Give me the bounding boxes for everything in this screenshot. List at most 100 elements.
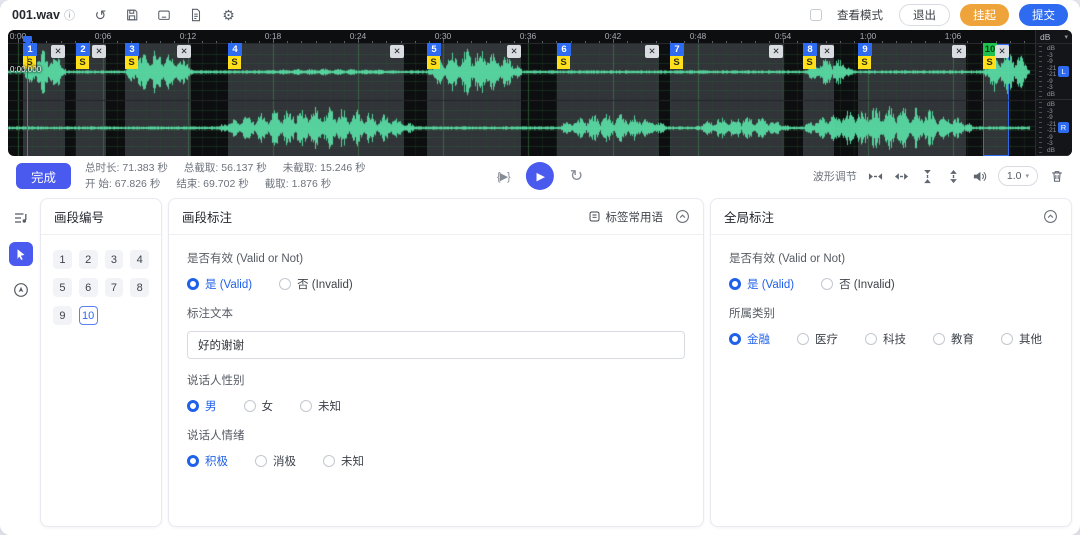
submit-button[interactable]: 提交 [1019, 4, 1068, 26]
segment-number-badge[interactable]: 4 [228, 43, 242, 56]
segment-flag-badge[interactable]: S [858, 56, 871, 69]
trash-icon[interactable] [1049, 169, 1064, 184]
segment-annotation-panel: 画段标注 标签常用语 是否有效 (Valid or Not)是 (Valid)否… [168, 198, 704, 527]
segment-number-button[interactable]: 4 [130, 250, 149, 269]
ruler-tick [840, 41, 841, 43]
waveform-plot[interactable]: 1S✕2S✕3S✕4S✕5S✕6S✕7S✕8S✕9S✕10S✕ 0:00.000 [8, 44, 1035, 156]
segment-number-badge[interactable]: 7 [670, 43, 684, 56]
playhead-handle[interactable] [23, 36, 32, 42]
annotation-text-input[interactable] [187, 331, 685, 359]
vertical-shrink-icon[interactable] [920, 169, 935, 184]
settings-gear-icon[interactable]: ⚙ [221, 8, 236, 23]
segment-number-button[interactable]: 8 [130, 278, 149, 297]
segment-flag-badge[interactable]: S [557, 56, 570, 69]
segment-delete-button[interactable]: ✕ [769, 45, 783, 58]
segment-region[interactable]: 6S ✕ [557, 44, 659, 156]
radio-option[interactable]: 是 (Valid) [187, 276, 252, 292]
segment-number-badge[interactable]: 2 [76, 43, 90, 56]
segment-region[interactable]: 9S ✕ [858, 44, 966, 156]
segment-region[interactable]: 8S ✕ [803, 44, 834, 156]
segment-flag-badge[interactable]: S [125, 56, 138, 69]
horizontal-shrink-icon[interactable] [868, 169, 883, 184]
ruler-tick [1010, 41, 1011, 43]
radio-option[interactable]: 金融 [729, 331, 770, 347]
segment-region[interactable]: 10S✕ [983, 44, 1009, 156]
segment-region[interactable]: 7S ✕ [670, 44, 783, 156]
radio-option[interactable]: 是 (Valid) [729, 276, 794, 292]
radio-option[interactable]: 教育 [933, 331, 974, 347]
play-button[interactable]: ▶ [526, 162, 554, 190]
transport-controls: {▶} ▶ ↻ [497, 156, 583, 196]
radio-option[interactable]: 男 [187, 398, 217, 414]
card-icon[interactable] [157, 8, 172, 23]
radio-option[interactable]: 未知 [323, 453, 364, 469]
segment-delete-button[interactable]: ✕ [51, 45, 65, 58]
segment-region[interactable]: 5S ✕ [427, 44, 521, 156]
collapse-icon[interactable] [1043, 209, 1058, 224]
view-mode-checkbox[interactable] [810, 9, 822, 21]
radio-option[interactable]: 女 [244, 398, 274, 414]
horizontal-expand-icon[interactable] [894, 169, 909, 184]
segment-number-button[interactable]: 3 [105, 250, 124, 269]
segment-region[interactable]: 1S✕ [23, 44, 65, 156]
segment-region[interactable]: 4S ✕ [228, 44, 404, 156]
segment-flag-badge[interactable]: S [76, 56, 89, 69]
radio-option[interactable]: 医疗 [797, 331, 838, 347]
segment-number-badge[interactable]: 6 [557, 43, 571, 56]
segment-flag-badge[interactable]: S [228, 56, 241, 69]
segment-number-badge[interactable]: 5 [427, 43, 441, 56]
radio-option[interactable]: 积极 [187, 453, 228, 469]
segment-flag-badge[interactable]: S [670, 56, 683, 69]
segment-region[interactable]: 2S✕ [76, 44, 106, 156]
segment-number-button[interactable]: 9 [53, 306, 72, 325]
segment-delete-button[interactable]: ✕ [995, 45, 1009, 58]
radio-option[interactable]: 未知 [300, 398, 341, 414]
segments-list-icon[interactable] [9, 206, 33, 230]
segment-number-button[interactable]: 7 [105, 278, 124, 297]
done-button[interactable]: 完成 [16, 163, 71, 189]
ruler-tick [528, 39, 529, 43]
segment-delete-button[interactable]: ✕ [177, 45, 191, 58]
document-icon[interactable] [189, 8, 204, 23]
annotate-tool-icon[interactable] [9, 242, 33, 266]
segment-number-button[interactable]: 10 [79, 306, 98, 325]
suspend-button[interactable]: 挂起 [960, 4, 1009, 26]
info-icon[interactable]: ⓘ [64, 7, 75, 23]
playback-speed-select[interactable]: 1.0 ▾ [998, 166, 1038, 186]
segment-number-badge[interactable]: 8 [803, 43, 817, 56]
segment-flag-badge[interactable]: S [803, 56, 816, 69]
common-phrases-button[interactable]: 标签常用语 [588, 209, 664, 225]
segment-number-button[interactable]: 1 [53, 250, 72, 269]
save-icon[interactable] [125, 8, 140, 23]
chevron-down-icon[interactable]: ▾ [1064, 33, 1068, 41]
vertical-expand-icon[interactable] [946, 169, 961, 184]
segment-flag-badge[interactable]: S [983, 56, 996, 69]
locate-icon[interactable] [9, 278, 33, 302]
segment-delete-button[interactable]: ✕ [390, 45, 404, 58]
segment-delete-button[interactable]: ✕ [645, 45, 659, 58]
segment-delete-button[interactable]: ✕ [92, 45, 106, 58]
segment-number-button[interactable]: 6 [79, 278, 98, 297]
segment-delete-button[interactable]: ✕ [820, 45, 834, 58]
exit-button[interactable]: 退出 [899, 4, 950, 26]
segment-delete-button[interactable]: ✕ [507, 45, 521, 58]
volume-icon[interactable] [972, 169, 987, 184]
collapse-icon[interactable] [675, 209, 690, 224]
segment-number-badge[interactable]: 9 [858, 43, 872, 56]
waveform-container[interactable]: 0:000:060:120:180:240:300:360:420:480:54… [8, 30, 1072, 156]
segment-number-button[interactable]: 5 [53, 278, 72, 297]
radio-option[interactable]: 科技 [865, 331, 906, 347]
radio-option[interactable]: 消极 [255, 453, 296, 469]
replay-icon[interactable]: ↻ [570, 166, 583, 186]
play-segment-icon[interactable]: {▶} [497, 170, 510, 183]
playhead[interactable] [27, 44, 28, 156]
segment-delete-button[interactable]: ✕ [952, 45, 966, 58]
segment-region[interactable]: 3S ✕ [125, 44, 191, 156]
radio-option[interactable]: 否 (Invalid) [279, 276, 353, 292]
segment-number-badge[interactable]: 3 [125, 43, 139, 56]
segment-flag-badge[interactable]: S [427, 56, 440, 69]
radio-option[interactable]: 其他 [1001, 331, 1042, 347]
radio-option[interactable]: 否 (Invalid) [821, 276, 895, 292]
undo-icon[interactable]: ↺ [93, 8, 108, 23]
segment-number-button[interactable]: 2 [79, 250, 98, 269]
